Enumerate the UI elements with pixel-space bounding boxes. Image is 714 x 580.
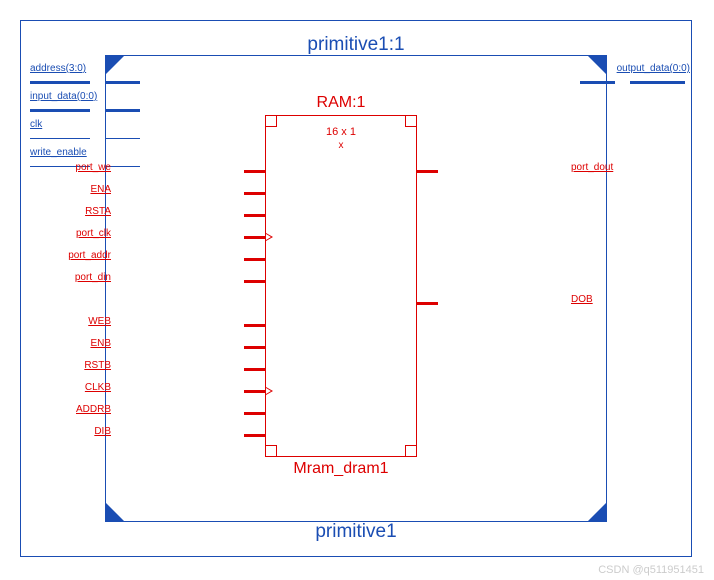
port-label: output_data(0:0)	[617, 63, 690, 74]
corner-icon	[106, 503, 124, 521]
wire	[30, 109, 90, 112]
pin-label: RSTA	[85, 206, 111, 217]
port-label: address(3:0)	[30, 63, 86, 74]
pin-label: port_dout	[571, 162, 613, 173]
pin-stub	[244, 214, 266, 217]
pin-stub	[244, 412, 266, 415]
ram-dimensions: 16 x 1	[266, 126, 416, 138]
pin-label: DIB	[94, 426, 111, 437]
pin-label: ENA	[90, 184, 111, 195]
pin-stub	[244, 192, 266, 195]
wire	[105, 138, 140, 139]
primitive-title-top: primitive1:1	[106, 34, 606, 56]
ram-x-label: x	[266, 140, 416, 151]
notch-icon	[405, 445, 417, 457]
ram-block: RAM:1 Mram_dram1 16 x 1 x port_weENARSTA…	[265, 115, 417, 457]
output-port: output_data(0:0)	[580, 75, 690, 89]
pin-label: ADDRB	[76, 404, 111, 415]
pin-stub	[416, 170, 438, 173]
input-port: clk	[30, 131, 140, 145]
pin-label: port_din	[75, 272, 111, 283]
pin-label: WEB	[88, 316, 111, 327]
port-label: input_data(0:0)	[30, 91, 97, 102]
ram-title: RAM:1	[266, 94, 416, 112]
pin-label: ENB	[90, 338, 111, 349]
wire	[580, 81, 615, 84]
pin-stub	[244, 324, 266, 327]
pin-stub	[244, 258, 266, 261]
pin-stub	[244, 236, 266, 239]
input-port: address(3:0)	[30, 75, 140, 89]
input-port: input_data(0:0)	[30, 103, 140, 117]
pin-label: port_clk	[76, 228, 111, 239]
pin-stub	[244, 346, 266, 349]
primitive-title-bottom: primitive1	[106, 521, 606, 543]
wire	[630, 81, 685, 84]
corner-icon	[588, 56, 606, 74]
ram-instance-name: Mram_dram1	[266, 460, 416, 478]
wire	[30, 81, 90, 84]
diagram-canvas: primitive1:1 primitive1 address(3:0) inpu…	[0, 0, 714, 580]
pin-stub	[244, 368, 266, 371]
pin-stub	[244, 280, 266, 283]
wire	[30, 138, 90, 139]
wire	[105, 109, 140, 112]
wire	[105, 81, 140, 84]
watermark: CSDN @q511951451	[598, 564, 704, 576]
port-label: write_enable	[30, 147, 87, 158]
pin-label: DOB	[571, 294, 593, 305]
pin-stub	[416, 302, 438, 305]
pin-stub	[244, 434, 266, 437]
corner-icon	[588, 503, 606, 521]
pin-label: CLKB	[85, 382, 111, 393]
pin-label: port_we	[75, 162, 111, 173]
pin-label: port_addr	[68, 250, 111, 261]
pin-stub	[244, 170, 266, 173]
port-label: clk	[30, 119, 42, 130]
notch-icon	[265, 445, 277, 457]
pin-label: RSTB	[84, 360, 111, 371]
pin-stub	[244, 390, 266, 393]
corner-icon	[106, 56, 124, 74]
